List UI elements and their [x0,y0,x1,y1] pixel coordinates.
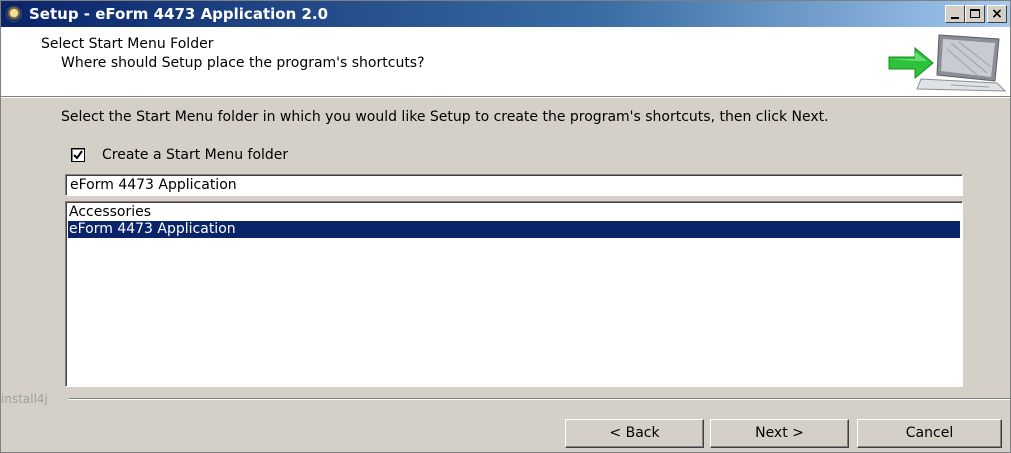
next-button[interactable]: Next > [710,419,849,448]
instruction-text: Select the Start Menu folder in which yo… [61,109,829,125]
create-folder-label[interactable]: Create a Start Menu folder [102,147,288,164]
create-folder-checkbox[interactable] [71,148,85,162]
maximize-icon [970,9,980,18]
title-bar[interactable]: Setup - eForm 4473 Application 2.0 × [1,1,1010,27]
list-item-eform-4473-application[interactable]: eForm 4473 Application [68,221,960,238]
cancel-button[interactable]: Cancel [857,419,1002,448]
setup-window: Setup - eForm 4473 Application 2.0 × Sel… [0,0,1011,453]
close-button[interactable]: × [987,5,1007,23]
checkmark-icon [73,150,83,160]
minimize-icon [951,17,959,19]
page-title: Select Start Menu Folder [41,36,214,52]
computer-arrow-icon [888,34,1006,92]
close-icon: × [991,6,1003,22]
folder-list[interactable]: Accessories eForm 4473 Application [65,201,963,387]
wizard-header: Select Start Menu Folder Where should Se… [1,27,1010,97]
folder-name-input[interactable]: eForm 4473 Application [65,174,963,196]
brand-rule-light [69,399,1010,400]
brand-divider: install4j [1,391,1010,411]
page-subtitle: Where should Setup place the program's s… [61,55,425,71]
minimize-button[interactable] [945,5,965,23]
maximize-button[interactable] [965,5,985,23]
brand-label: install4j [1,391,54,407]
back-button[interactable]: < Back [565,419,704,448]
list-item-accessories[interactable]: Accessories [68,204,960,221]
window-title: Setup - eForm 4473 Application 2.0 [29,5,329,23]
header-divider [1,97,1010,98]
app-icon [4,4,24,24]
